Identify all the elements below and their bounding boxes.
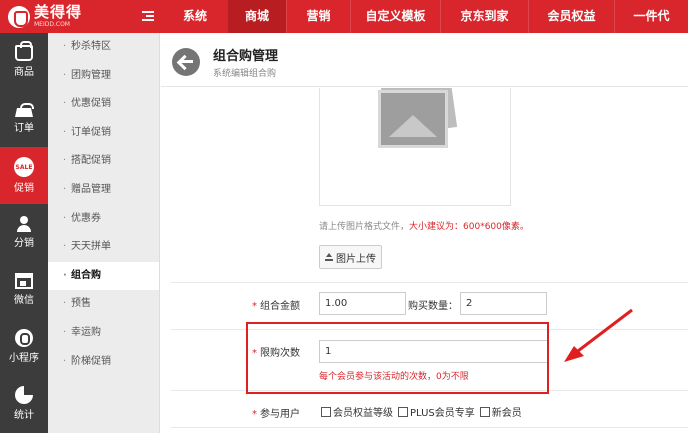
subnav-item-tiered-promo[interactable]: 阶梯促销 bbox=[48, 348, 159, 377]
subnav-item-discount[interactable]: 优惠促销 bbox=[48, 90, 159, 119]
sub-nav: 秒杀特区 团购管理 优惠促销 订单促销 搭配促销 赠品管理 优惠券 天天拼单 组… bbox=[48, 33, 160, 433]
miniprogram-icon bbox=[15, 329, 33, 347]
image-preview[interactable] bbox=[319, 88, 511, 206]
pie-chart-icon bbox=[15, 386, 33, 404]
amount-label: * 组合金额 bbox=[252, 301, 300, 312]
sidebar-item-miniprogram[interactable]: 小程序 bbox=[0, 318, 48, 375]
subnav-item-gifts[interactable]: 赠品管理 bbox=[48, 176, 159, 205]
logo-domain: MEIDD.COM bbox=[34, 21, 70, 28]
subnav-item-group-buy[interactable]: 团购管理 bbox=[48, 62, 159, 91]
quantity-input[interactable]: 2 bbox=[460, 292, 547, 315]
nav-jd-daojia[interactable]: 京东到家 bbox=[440, 0, 528, 33]
subnav-item-coupons[interactable]: 优惠券 bbox=[48, 205, 159, 234]
image-placeholder-icon bbox=[374, 88, 460, 154]
logo-icon bbox=[8, 5, 30, 28]
module-sidebar: 商品 订单 SALE 促销 分销 微信 小程序 统计 bbox=[0, 33, 48, 433]
checkbox-member-level[interactable] bbox=[321, 406, 331, 417]
divider bbox=[171, 282, 688, 283]
page-title: 组合购管理 bbox=[213, 49, 279, 64]
nav-marketing[interactable]: 营销 bbox=[286, 0, 350, 33]
subnav-item-lucky-buy[interactable]: 幸运购 bbox=[48, 319, 159, 348]
users-label: * 参与用户 bbox=[252, 409, 300, 420]
divider bbox=[171, 427, 688, 428]
quantity-label: 购买数量： bbox=[408, 301, 458, 312]
user-icon bbox=[16, 216, 32, 232]
sidebar-item-orders[interactable]: 订单 bbox=[0, 90, 48, 147]
bag-icon bbox=[15, 41, 33, 61]
checkbox-plus-member[interactable] bbox=[398, 406, 408, 417]
sale-icon: SALE bbox=[14, 157, 34, 177]
nav-member-rights[interactable]: 会员权益 bbox=[528, 0, 614, 33]
subnav-item-presale[interactable]: 预售 bbox=[48, 290, 159, 319]
user-options: 会员权益等级 PLUS会员专享 新会员 bbox=[321, 404, 527, 419]
menu-toggle-icon[interactable] bbox=[142, 11, 154, 22]
checkbox-new-member[interactable] bbox=[479, 406, 490, 417]
nav-mall[interactable]: 商城 bbox=[228, 0, 286, 33]
subnav-item-bundle-promo[interactable]: 搭配促销 bbox=[48, 147, 159, 176]
subnav-item-flash-sale[interactable]: 秒杀特区 bbox=[48, 33, 159, 62]
subnav-item-daily-group[interactable]: 天天拼单 bbox=[48, 233, 159, 262]
annotation-highlight-box bbox=[246, 322, 549, 394]
upload-image-button[interactable]: 图片上传 bbox=[319, 245, 382, 269]
nav-system[interactable]: 系统 bbox=[162, 0, 228, 33]
logo-name: 美得得 bbox=[34, 3, 83, 21]
back-arrow-icon[interactable] bbox=[172, 48, 200, 76]
top-nav: 系统 商城 营销 自定义模板 京东到家 会员权益 一件代 bbox=[162, 0, 688, 33]
sidebar-item-distribution[interactable]: 分销 bbox=[0, 204, 48, 261]
subnav-item-combo-buy[interactable]: 组合购 bbox=[48, 261, 159, 291]
upload-size-hint: 大小建议为：600*600像素。 bbox=[409, 222, 529, 232]
sidebar-item-goods[interactable]: 商品 bbox=[0, 33, 48, 90]
page-header: 组合购管理 系统编辑组合购 bbox=[161, 33, 688, 87]
top-bar: 美得得 MEIDD.COM 系统 商城 营销 自定义模板 京东到家 会员权益 一… bbox=[0, 0, 688, 33]
nav-dropship[interactable]: 一件代 bbox=[614, 0, 688, 33]
sidebar-item-wechat[interactable]: 微信 bbox=[0, 261, 48, 318]
amount-input[interactable]: 1.00 bbox=[319, 292, 406, 315]
page-subtitle: 系统编辑组合购 bbox=[213, 69, 277, 79]
logo[interactable]: 美得得 MEIDD.COM bbox=[0, 0, 120, 33]
nav-custom-template[interactable]: 自定义模板 bbox=[350, 0, 440, 33]
shop-icon bbox=[15, 273, 33, 289]
sidebar-item-promotion[interactable]: SALE 促销 bbox=[0, 147, 48, 204]
sidebar-item-statistics[interactable]: 统计 bbox=[0, 375, 48, 432]
annotation-arrow-icon bbox=[564, 308, 633, 362]
upload-icon bbox=[325, 253, 333, 261]
subnav-item-order-promo[interactable]: 订单促销 bbox=[48, 119, 159, 148]
basket-icon bbox=[15, 103, 34, 117]
upload-hint: 请上传图片格式文件，大小建议为：600*600像素。 bbox=[319, 222, 529, 232]
